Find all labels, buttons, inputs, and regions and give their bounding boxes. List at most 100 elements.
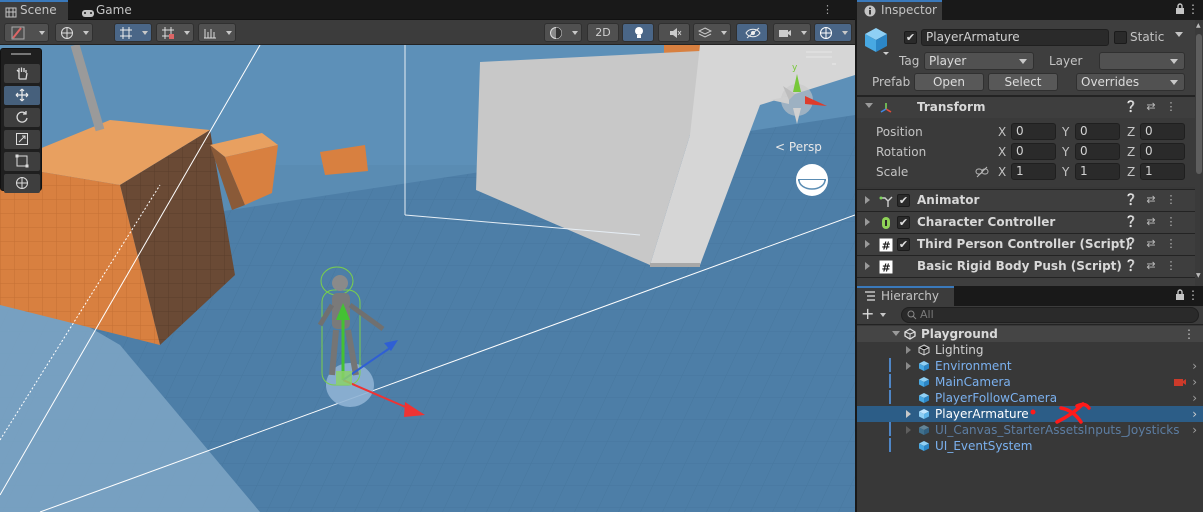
- scale-y-field[interactable]: 1: [1075, 163, 1120, 180]
- component-third-person-controller[interactable]: # ✔ Third Person Controller (Script) ❔ ⇄ ⋮: [857, 233, 1203, 255]
- move-tool-button[interactable]: [4, 86, 40, 105]
- hierarchy-item-ui-eventsystem[interactable]: UI_EventSystem: [857, 438, 1203, 454]
- help-icon[interactable]: ❔: [1121, 215, 1141, 228]
- tab-inspector[interactable]: Inspector: [857, 0, 942, 20]
- preset-icon[interactable]: ⇄: [1141, 259, 1161, 272]
- prefab-open-button[interactable]: Open: [914, 73, 984, 91]
- preset-icon[interactable]: ⇄: [1141, 100, 1161, 113]
- scene-viewport[interactable]: y < Persp: [0, 45, 855, 512]
- component-menu-icon[interactable]: ⋮: [1161, 237, 1181, 250]
- component-menu-icon[interactable]: ⋮: [1161, 100, 1181, 113]
- position-y-field[interactable]: 0: [1075, 123, 1120, 140]
- scene-expand-icon[interactable]: [892, 331, 900, 336]
- tab-hierarchy[interactable]: Hierarchy: [857, 286, 954, 306]
- global-local-dropdown[interactable]: [55, 23, 93, 42]
- animator-enabled-checkbox[interactable]: ✔: [897, 194, 910, 207]
- camera-dropdown[interactable]: [773, 23, 811, 42]
- prefab-cube-icon[interactable]: [863, 26, 889, 56]
- add-object-button[interactable]: +: [861, 306, 889, 324]
- help-icon[interactable]: ❔: [1121, 193, 1141, 206]
- character-controller-enabled-checkbox[interactable]: ✔: [897, 216, 910, 229]
- preset-icon[interactable]: ⇄: [1141, 237, 1161, 250]
- scene-tab-menu-icon[interactable]: ⋮: [822, 3, 833, 16]
- expand-arrow-icon[interactable]: [906, 410, 911, 418]
- static-dropdown-icon[interactable]: [1175, 32, 1183, 37]
- lock-icon[interactable]: [1175, 289, 1185, 301]
- shading-mode-dropdown[interactable]: [544, 23, 582, 42]
- active-checkbox[interactable]: ✔: [904, 31, 917, 44]
- preset-icon[interactable]: ⇄: [1141, 193, 1161, 206]
- scroll-down-icon[interactable]: ▼: [1196, 272, 1202, 279]
- perspective-toggle[interactable]: < Persp: [775, 140, 822, 154]
- hierarchy-menu-icon[interactable]: ⋮: [1187, 288, 1199, 302]
- component-menu-icon[interactable]: ⋮: [1161, 193, 1181, 206]
- help-icon[interactable]: ❔: [1121, 259, 1141, 272]
- toggle-2d-button[interactable]: 2D: [587, 23, 619, 42]
- scale-x-field[interactable]: 1: [1011, 163, 1056, 180]
- scale-link-icon[interactable]: [975, 166, 989, 178]
- hierarchy-item-lighting[interactable]: Lighting: [857, 342, 1203, 358]
- open-prefab-chevron-icon[interactable]: ›: [1192, 406, 1197, 422]
- tag-dropdown[interactable]: Player: [924, 52, 1034, 70]
- rect-tool-button[interactable]: [4, 152, 40, 171]
- component-basic-rigid-body-push[interactable]: # Basic Rigid Body Push (Script) ❔ ⇄ ⋮: [857, 255, 1203, 277]
- help-icon[interactable]: ❔: [1121, 237, 1141, 250]
- hierarchy-item-ui-canvas[interactable]: UI_Canvas_StarterAssetsInputs_Joysticks …: [857, 422, 1203, 438]
- component-animator[interactable]: ✔ Animator ❔ ⇄ ⋮: [857, 189, 1203, 211]
- gizmos-dropdown[interactable]: [814, 23, 852, 42]
- third-person-foldout-icon[interactable]: [865, 240, 870, 248]
- ruler-dropdown[interactable]: [198, 23, 236, 42]
- grid-snap-dropdown[interactable]: [114, 23, 152, 42]
- transform-component-header[interactable]: Transform ❔ ⇄ ⋮: [857, 96, 1203, 118]
- open-prefab-chevron-icon[interactable]: ›: [1192, 390, 1197, 406]
- hand-tool-button[interactable]: [4, 64, 40, 83]
- scene-visibility-toggle[interactable]: [736, 23, 768, 42]
- position-z-field[interactable]: 0: [1140, 123, 1185, 140]
- rotate-tool-button[interactable]: [4, 108, 40, 127]
- rotation-y-field[interactable]: 0: [1075, 143, 1120, 160]
- component-menu-icon[interactable]: ⋮: [1161, 215, 1181, 228]
- component-menu-icon[interactable]: ⋮: [1161, 259, 1181, 272]
- rotation-z-field[interactable]: 0: [1140, 143, 1185, 160]
- animator-foldout-icon[interactable]: [865, 196, 870, 204]
- inspector-scrollbar[interactable]: ▲ ▼: [1195, 20, 1203, 286]
- effects-dropdown[interactable]: [693, 23, 731, 42]
- audio-toggle[interactable]: [658, 23, 690, 42]
- gizmo-menu-icon[interactable]: [802, 47, 840, 65]
- third-person-enabled-checkbox[interactable]: ✔: [897, 238, 910, 251]
- object-name-field[interactable]: PlayerArmature: [921, 29, 1109, 46]
- hierarchy-search-input[interactable]: All: [901, 307, 1199, 323]
- prefab-select-button[interactable]: Select: [988, 73, 1058, 91]
- expand-arrow-icon[interactable]: [906, 346, 911, 354]
- expand-arrow-icon[interactable]: [906, 362, 911, 370]
- layer-dropdown[interactable]: [1099, 52, 1185, 70]
- hierarchy-item-environment[interactable]: Environment ›: [857, 358, 1203, 374]
- rotation-x-field[interactable]: 0: [1011, 143, 1056, 160]
- character-controller-foldout-icon[interactable]: [865, 218, 870, 226]
- increment-snap-dropdown[interactable]: [156, 23, 194, 42]
- expand-arrow-icon[interactable]: [906, 426, 911, 434]
- inspector-menu-icon[interactable]: ⋮: [1187, 2, 1199, 16]
- position-x-field[interactable]: 0: [1011, 123, 1056, 140]
- component-character-controller[interactable]: ✔ Character Controller ❔ ⇄ ⋮: [857, 211, 1203, 233]
- tab-game[interactable]: Game: [76, 0, 142, 20]
- lighting-toggle[interactable]: [622, 23, 654, 42]
- open-prefab-chevron-icon[interactable]: ›: [1192, 422, 1197, 438]
- scroll-up-icon[interactable]: ▲: [1196, 22, 1202, 29]
- scale-tool-button[interactable]: [4, 130, 40, 149]
- help-icon[interactable]: ❔: [1121, 100, 1141, 113]
- preset-icon[interactable]: ⇄: [1141, 215, 1161, 228]
- rigid-body-push-foldout-icon[interactable]: [865, 262, 870, 270]
- prefab-overrides-dropdown[interactable]: Overrides: [1076, 73, 1185, 91]
- hierarchy-item-maincamera[interactable]: MainCamera ›: [857, 374, 1203, 390]
- static-checkbox[interactable]: [1114, 31, 1127, 44]
- transform-tool-button[interactable]: [4, 174, 40, 193]
- tab-scene[interactable]: Scene: [0, 0, 68, 20]
- scene-menu-icon[interactable]: ⋮: [1183, 326, 1195, 342]
- draw-mode-dropdown[interactable]: [4, 23, 49, 42]
- hierarchy-item-playerarmature[interactable]: PlayerArmature ›: [857, 402, 1203, 424]
- open-prefab-chevron-icon[interactable]: ›: [1192, 374, 1197, 390]
- lock-icon[interactable]: [1175, 3, 1185, 15]
- tool-strip-handle[interactable]: [11, 53, 31, 55]
- scene-root-row[interactable]: Playground ⋮: [857, 326, 1203, 342]
